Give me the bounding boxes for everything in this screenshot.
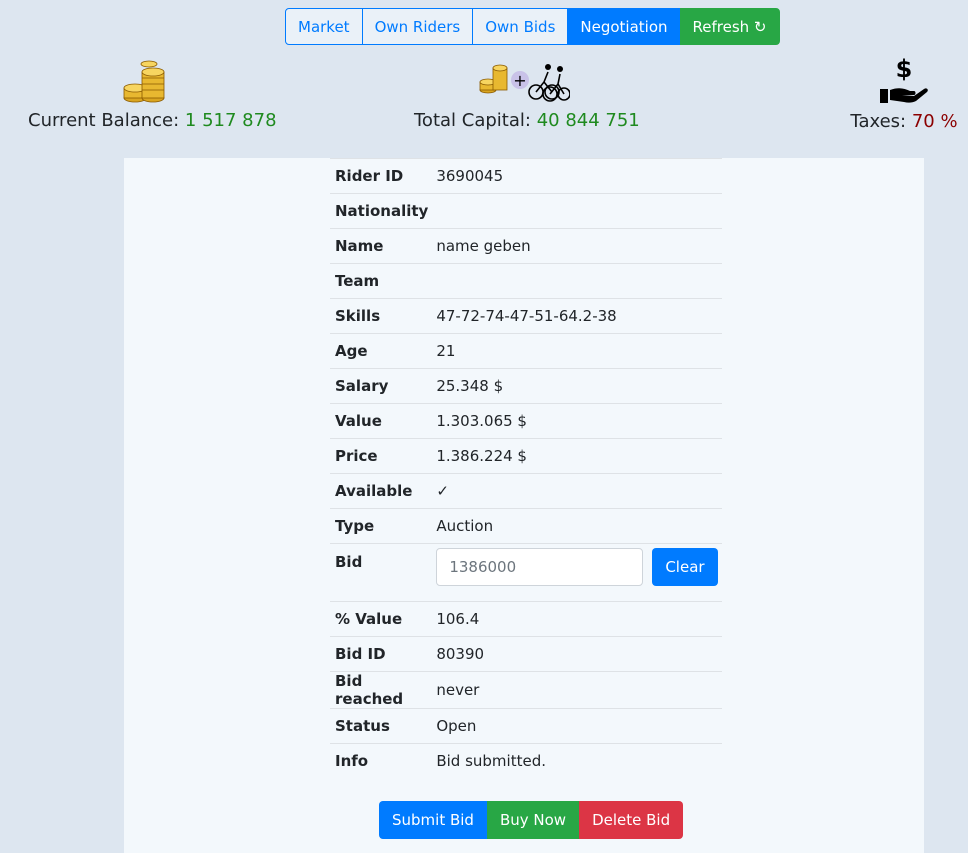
table-row: Available ✓ xyxy=(330,473,722,509)
row-key: Rider ID xyxy=(330,158,433,194)
balance-value: 1 517 878 xyxy=(184,110,277,131)
bid-cell: Clear xyxy=(432,543,722,602)
table-row: % Value 106.4 xyxy=(330,601,722,637)
capital-label: Total Capital: xyxy=(414,110,531,131)
row-value: never xyxy=(432,671,722,709)
row-key: Skills xyxy=(330,298,433,334)
bid-actions: Submit Bid Buy Now Delete Bid xyxy=(379,801,684,839)
row-key: Bid reached xyxy=(330,671,433,709)
bid-input[interactable] xyxy=(436,548,644,586)
taxes-label: Taxes: xyxy=(850,111,907,132)
table-row: Type Auction xyxy=(330,508,722,544)
row-key: Type xyxy=(330,508,433,544)
tab-own-bids[interactable]: Own Bids xyxy=(472,8,569,45)
bid-key: Bid xyxy=(330,543,433,602)
row-value: Auction xyxy=(432,508,722,544)
row-key: Age xyxy=(330,333,433,369)
table-row: Price 1.386.224 $ xyxy=(330,438,722,474)
row-value: 1.386.224 $ xyxy=(432,438,722,474)
svg-text:$: $ xyxy=(896,55,913,83)
table-row: Rider ID 3690045 xyxy=(330,158,722,194)
tab-own-riders[interactable]: Own Riders xyxy=(361,8,474,45)
row-value: 1.303.065 $ xyxy=(432,403,722,439)
row-value: Open xyxy=(432,708,722,744)
page: Market Own Riders Own Bids Negotiation R… xyxy=(0,0,968,853)
row-value: name geben xyxy=(432,228,722,264)
table-row: Info Bid submitted. xyxy=(330,743,722,778)
row-value: ✓ xyxy=(432,473,722,509)
table-row: Nationality xyxy=(330,193,722,229)
row-value: 47-72-74-47-51-64.2-38 xyxy=(432,298,722,334)
row-value xyxy=(432,263,722,299)
table-row: Status Open xyxy=(330,708,722,744)
coins-icon xyxy=(123,60,165,103)
row-value: 3690045 xyxy=(432,158,722,194)
row-value: 80390 xyxy=(432,636,722,672)
delete-bid-button[interactable]: Delete Bid xyxy=(579,801,684,839)
table-row: Bid ID 80390 xyxy=(330,636,722,672)
row-key: % Value xyxy=(330,601,433,637)
table-row: Salary 25.348 $ xyxy=(330,368,722,404)
table-row: Skills 47-72-74-47-51-64.2-38 xyxy=(330,298,722,334)
table-row: Team xyxy=(330,263,722,299)
hand-dollar-icon: $ xyxy=(880,55,928,103)
row-key: Available xyxy=(330,473,433,509)
tab-market[interactable]: Market xyxy=(285,8,363,45)
table-row: Bid reached never xyxy=(330,671,722,709)
row-value: 25.348 $ xyxy=(432,368,722,404)
submit-bid-button[interactable]: Submit Bid xyxy=(379,801,487,839)
row-key: Price xyxy=(330,438,433,474)
current-balance: Current Balance: 1 517 878 xyxy=(28,58,277,131)
table-row: Age 21 xyxy=(330,333,722,369)
buy-now-button[interactable]: Buy Now xyxy=(486,801,580,839)
tab-negotiation[interactable]: Negotiation xyxy=(567,8,681,45)
taxes-value: 70 % xyxy=(911,111,958,132)
clear-button[interactable]: Clear xyxy=(652,548,718,586)
row-value: Bid submitted. xyxy=(432,743,722,778)
taxes: $ Taxes: 70 % xyxy=(848,55,960,132)
table-row: Value 1.303.065 $ xyxy=(330,403,722,439)
row-value: 106.4 xyxy=(432,601,722,637)
coins-plus-riders-icon: + xyxy=(479,64,570,102)
row-key: Info xyxy=(330,743,433,778)
row-key: Name xyxy=(330,228,433,264)
refresh-button[interactable]: Refresh ↻ xyxy=(679,8,780,45)
capital-value: 40 844 751 xyxy=(536,110,640,131)
row-key: Nationality xyxy=(330,193,433,229)
table-row: Name name geben xyxy=(330,228,722,264)
rider-details-table: Rider ID 3690045 Nationality Name name geben… xyxy=(330,158,722,778)
row-key: Bid ID xyxy=(330,636,433,672)
total-capital: + Total Capital: 40 844 751 xyxy=(414,58,640,131)
bid-group: Clear xyxy=(436,548,718,586)
balance-label: Current Balance: xyxy=(28,110,180,131)
svg-text:+: + xyxy=(513,71,526,90)
top-nav: Market Own Riders Own Bids Negotiation R… xyxy=(285,8,780,45)
row-value xyxy=(432,193,722,229)
row-key: Team xyxy=(330,263,433,299)
row-value: 21 xyxy=(432,333,722,369)
row-key: Value xyxy=(330,403,433,439)
row-key: Salary xyxy=(330,368,433,404)
row-key: Status xyxy=(330,708,433,744)
rider-detail-panel: Rider ID 3690045 Nationality Name name geben… xyxy=(124,158,924,853)
table-row-bid: Bid Clear xyxy=(330,543,722,602)
